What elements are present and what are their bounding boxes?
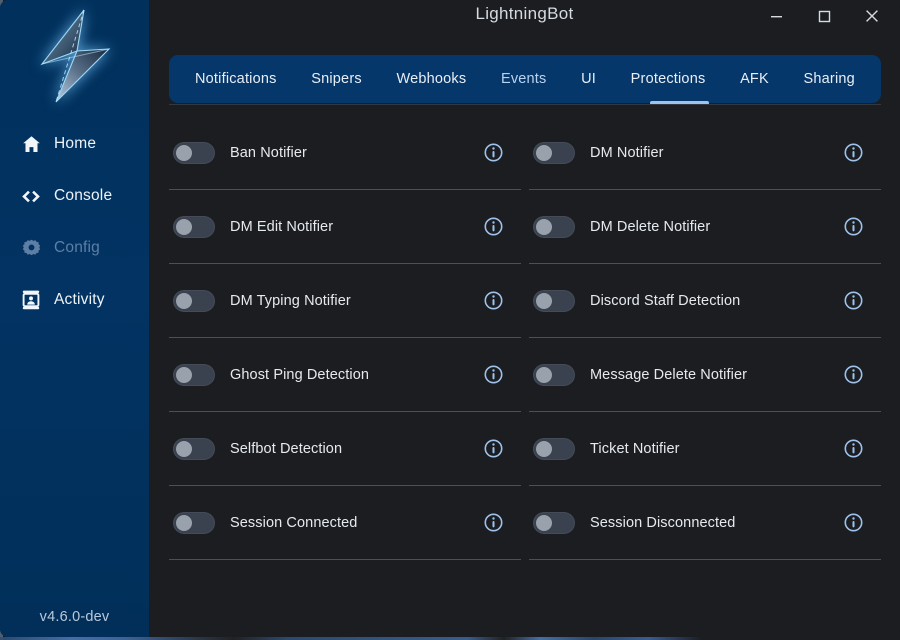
toggle-ban-notifier[interactable] bbox=[173, 142, 215, 164]
code-icon bbox=[21, 186, 41, 206]
title-bar[interactable]: LightningBot bbox=[149, 0, 900, 42]
tab-bar: Notifications Snipers Webhooks Events UI… bbox=[169, 55, 881, 103]
version-label: v4.6.0-dev bbox=[0, 609, 149, 625]
setting-row-dm-edit-notifier[interactable]: DM Edit Notifier bbox=[169, 190, 521, 264]
toggle-knob bbox=[176, 515, 192, 531]
tab-afk[interactable]: AFK bbox=[738, 71, 771, 87]
settings-grid: Ban Notifier DM Notifier DM Edit Notifie… bbox=[169, 116, 881, 560]
info-icon[interactable] bbox=[844, 439, 863, 458]
toggle-knob bbox=[536, 441, 552, 457]
toggle-dm-delete-notifier[interactable] bbox=[533, 216, 575, 238]
toggle-knob bbox=[176, 367, 192, 383]
close-button[interactable] bbox=[848, 0, 896, 32]
minimize-button[interactable] bbox=[752, 0, 800, 32]
toggle-knob bbox=[176, 441, 192, 457]
tab-webhooks[interactable]: Webhooks bbox=[394, 71, 468, 87]
toggle-session-connected[interactable] bbox=[173, 512, 215, 534]
app-window: Home Console Config bbox=[0, 0, 900, 640]
info-icon[interactable] bbox=[844, 217, 863, 236]
tab-ui[interactable]: UI bbox=[579, 71, 598, 87]
tab-sharing[interactable]: Sharing bbox=[802, 71, 857, 87]
toggle-ghost-ping-detection[interactable] bbox=[173, 364, 215, 386]
lightning-bolt-icon bbox=[29, 7, 121, 107]
setting-label: DM Delete Notifier bbox=[590, 219, 844, 235]
setting-row-session-connected[interactable]: Session Connected bbox=[169, 486, 521, 560]
sidebar-item-label: Home bbox=[54, 135, 96, 153]
setting-row-session-disconnected[interactable]: Session Disconnected bbox=[529, 486, 881, 560]
info-icon[interactable] bbox=[844, 291, 863, 310]
setting-label: Ghost Ping Detection bbox=[230, 367, 484, 383]
setting-label: Discord Staff Detection bbox=[590, 293, 844, 309]
toggle-selfbot-detection[interactable] bbox=[173, 438, 215, 460]
sidebar-nav: Home Console Config bbox=[0, 118, 149, 326]
toggle-knob bbox=[536, 219, 552, 235]
setting-label: DM Notifier bbox=[590, 145, 844, 161]
toggle-knob bbox=[176, 145, 192, 161]
toggle-dm-edit-notifier[interactable] bbox=[173, 216, 215, 238]
tab-snipers[interactable]: Snipers bbox=[309, 71, 364, 87]
setting-label: Session Connected bbox=[230, 515, 484, 531]
toggle-message-delete-notifier[interactable] bbox=[533, 364, 575, 386]
setting-row-selfbot-detection[interactable]: Selfbot Detection bbox=[169, 412, 521, 486]
setting-label: Selfbot Detection bbox=[230, 441, 484, 457]
toggle-knob bbox=[536, 367, 552, 383]
app-logo bbox=[0, 4, 149, 110]
tab-events[interactable]: Events bbox=[499, 71, 549, 87]
info-icon[interactable] bbox=[844, 365, 863, 384]
toggle-session-disconnected[interactable] bbox=[533, 512, 575, 534]
setting-label: Ticket Notifier bbox=[590, 441, 844, 457]
info-icon[interactable] bbox=[844, 143, 863, 162]
setting-row-message-delete-notifier[interactable]: Message Delete Notifier bbox=[529, 338, 881, 412]
toggle-ticket-notifier[interactable] bbox=[533, 438, 575, 460]
info-icon[interactable] bbox=[484, 217, 503, 236]
sidebar-item-activity[interactable]: Activity bbox=[0, 274, 149, 326]
toggle-knob bbox=[536, 515, 552, 531]
setting-label: Ban Notifier bbox=[230, 145, 484, 161]
toggle-knob bbox=[536, 145, 552, 161]
minimize-icon bbox=[770, 10, 783, 23]
setting-row-ghost-ping-detection[interactable]: Ghost Ping Detection bbox=[169, 338, 521, 412]
home-icon bbox=[21, 134, 41, 154]
setting-row-ticket-notifier[interactable]: Ticket Notifier bbox=[529, 412, 881, 486]
info-icon[interactable] bbox=[844, 513, 863, 532]
close-icon bbox=[865, 9, 879, 23]
tab-notifications[interactable]: Notifications bbox=[193, 71, 279, 87]
maximize-icon bbox=[818, 10, 831, 23]
sidebar-item-home[interactable]: Home bbox=[0, 118, 149, 170]
info-icon[interactable] bbox=[484, 439, 503, 458]
setting-label: Message Delete Notifier bbox=[590, 367, 844, 383]
window-controls bbox=[752, 0, 896, 32]
sidebar-item-config[interactable]: Config bbox=[0, 222, 149, 274]
setting-row-dm-notifier[interactable]: DM Notifier bbox=[529, 116, 881, 190]
tab-protections[interactable]: Protections bbox=[629, 71, 708, 87]
gear-icon bbox=[21, 238, 41, 258]
sidebar-item-label: Activity bbox=[54, 291, 105, 309]
info-icon[interactable] bbox=[484, 291, 503, 310]
setting-label: Session Disconnected bbox=[590, 515, 844, 531]
sidebar-item-label: Config bbox=[54, 239, 100, 257]
maximize-button[interactable] bbox=[800, 0, 848, 32]
tab-bar-divider bbox=[169, 104, 881, 105]
toggle-knob bbox=[536, 293, 552, 309]
sidebar: Home Console Config bbox=[0, 0, 149, 637]
toggle-knob bbox=[176, 219, 192, 235]
toggle-discord-staff-detection[interactable] bbox=[533, 290, 575, 312]
sidebar-item-console[interactable]: Console bbox=[0, 170, 149, 222]
main-panel: LightningBot Notifications Snipers Webho… bbox=[149, 0, 900, 637]
setting-row-ban-notifier[interactable]: Ban Notifier bbox=[169, 116, 521, 190]
toggle-dm-typing-notifier[interactable] bbox=[173, 290, 215, 312]
info-icon[interactable] bbox=[484, 365, 503, 384]
setting-label: DM Typing Notifier bbox=[230, 293, 484, 309]
sidebar-item-label: Console bbox=[54, 187, 112, 205]
setting-row-discord-staff-detection[interactable]: Discord Staff Detection bbox=[529, 264, 881, 338]
toggle-knob bbox=[176, 293, 192, 309]
setting-row-dm-delete-notifier[interactable]: DM Delete Notifier bbox=[529, 190, 881, 264]
info-icon[interactable] bbox=[484, 513, 503, 532]
toggle-dm-notifier[interactable] bbox=[533, 142, 575, 164]
setting-label: DM Edit Notifier bbox=[230, 219, 484, 235]
setting-row-dm-typing-notifier[interactable]: DM Typing Notifier bbox=[169, 264, 521, 338]
id-card-icon bbox=[21, 290, 41, 310]
info-icon[interactable] bbox=[484, 143, 503, 162]
